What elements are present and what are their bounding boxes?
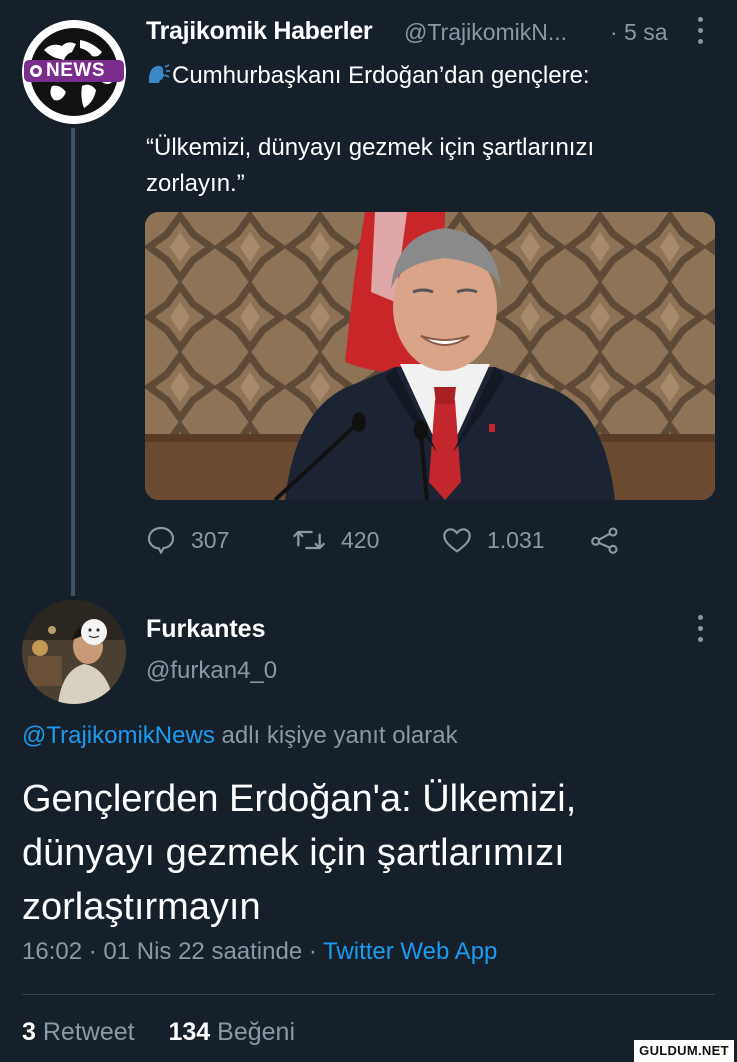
reply-more-options-icon[interactable] — [690, 612, 710, 646]
thread-connector-line — [71, 128, 75, 596]
tweet-action-bar: 307 420 1.031 — [145, 520, 665, 560]
share-icon — [591, 527, 618, 554]
retweet-button[interactable]: 420 — [291, 520, 379, 560]
profile-photo — [22, 600, 126, 704]
retweet-stat-label: Retweet — [42, 1018, 135, 1046]
reply-timestamp[interactable]: 16:02 · 01 Nis 22 saatinde · — [22, 938, 317, 965]
heart-icon — [443, 528, 471, 553]
news-badge-label: NEWS — [46, 60, 105, 81]
like-stat-count: 134 — [168, 1018, 211, 1046]
like-button[interactable]: 1.031 — [441, 520, 545, 560]
tweet-text-line-1: Cumhurbaşkanı Erdoğan’dan gençlere: — [172, 62, 590, 89]
like-count: 1.031 — [487, 526, 545, 553]
tweet-time[interactable]: · 5 sa — [610, 19, 668, 46]
reply-author-handle[interactable]: @furkan4_0 — [146, 657, 277, 685]
reply-text-line-2: dünyayı gezmek için şartlarımızı — [22, 832, 565, 874]
share-button[interactable] — [589, 520, 635, 560]
reply-meta: 16:02 · 01 Nis 22 saatinde · Twitter Web… — [22, 938, 497, 966]
retweet-stat[interactable]: 3 Retweet — [22, 1018, 135, 1046]
replying-to-mention[interactable]: @TrajikomikNews — [22, 722, 215, 749]
tweet-text-line-3: zorlayın.” — [146, 170, 245, 197]
reply-text: Gençlerden Erdoğan'a: Ülkemizi, dünyayı … — [22, 772, 712, 934]
reply-count: 307 — [191, 526, 230, 553]
reply-text-line-1: Gençlerden Erdoğan'a: Ülkemizi, — [22, 778, 577, 820]
tweet-text-line-2: “Ülkemizi, dünyayı gezmek için şartların… — [146, 134, 595, 161]
tweet-author-name[interactable]: Trajikomik Haberler — [146, 17, 373, 46]
trajikomik-avatar[interactable]: NEWS — [22, 20, 126, 124]
tweet-text: Cumhurbaşkanı Erdoğan’dan gençlere: “Ülk… — [146, 58, 706, 202]
more-options-icon[interactable] — [690, 14, 710, 48]
reply-stats: 3 Retweet 134 Beğeni — [22, 1018, 295, 1047]
photo-erdogan-smiling — [145, 212, 715, 500]
furkantes-avatar[interactable] — [22, 600, 126, 704]
tweet-photo[interactable] — [145, 212, 715, 500]
reply-icon — [147, 526, 175, 554]
reply-author-name[interactable]: Furkantes — [146, 615, 265, 644]
retweet-stat-count: 3 — [22, 1018, 36, 1046]
replying-to: @TrajikomikNews adlı kişiye yanıt olarak — [22, 722, 458, 750]
reply-source-app[interactable]: Twitter Web App — [323, 938, 497, 965]
retweet-icon — [293, 530, 325, 550]
site-watermark: GULDUM.NET — [634, 1040, 734, 1062]
tweet-author-handle[interactable]: @TrajikomikN... — [404, 19, 567, 46]
like-stat-label: Beğeni — [217, 1018, 296, 1046]
reply-text-line-3: zorlaştırmayın — [22, 886, 261, 928]
replying-to-label: adlı kişiye yanıt olarak — [221, 722, 458, 749]
reply-button[interactable]: 307 — [145, 520, 229, 560]
retweet-count: 420 — [341, 526, 380, 553]
speaking-head-icon — [148, 64, 170, 83]
stats-divider — [22, 994, 715, 995]
like-stat[interactable]: 134 Beğeni — [168, 1018, 295, 1046]
